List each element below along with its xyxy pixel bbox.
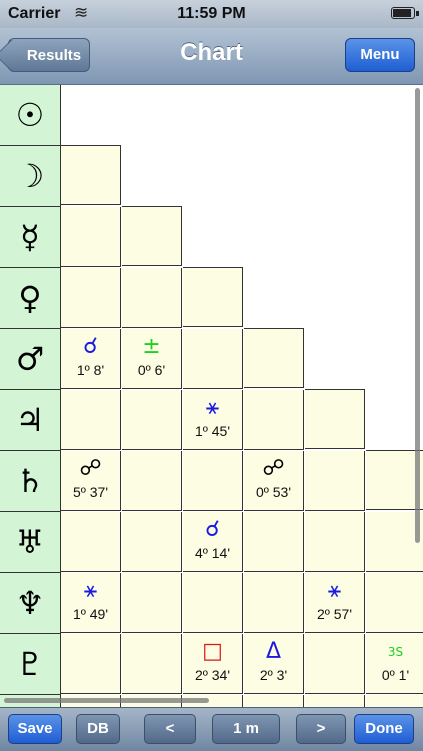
db-button[interactable]: DB <box>76 714 120 744</box>
aspect-cell[interactable] <box>305 451 365 511</box>
vertical-scrollbar[interactable] <box>415 88 420 543</box>
bottom-toolbar: Save DB < 1 m > Done <box>0 707 423 751</box>
aspect-cell[interactable] <box>305 512 365 572</box>
navigation-bar: Results Chart Menu <box>0 28 423 85</box>
aspect-cell[interactable] <box>244 695 304 707</box>
aspect-cell[interactable]: 3S 0º 1' <box>366 634 423 694</box>
aspect-cell[interactable]: ☍ 0º 53' <box>244 451 304 511</box>
aspect-symbol: ± <box>142 334 161 359</box>
planet-moon-glyph: ☽ <box>0 146 60 207</box>
previous-button[interactable]: < <box>144 714 196 744</box>
aspect-cell[interactable] <box>122 573 182 633</box>
planet-column: ☉ ☽ ☿ ♀ ♂ ♃ ♄ ♅ ♆ ♇ ♁ <box>0 85 61 707</box>
aspect-cell[interactable] <box>183 451 243 511</box>
horizontal-scrollbar[interactable] <box>4 698 209 703</box>
save-button[interactable]: Save <box>8 714 62 744</box>
aspect-cell[interactable] <box>122 206 182 266</box>
aspect-cell[interactable]: ☌ 1º 8' <box>61 329 121 389</box>
planet-sun-glyph: ☉ <box>0 85 60 146</box>
status-time: 11:59 PM <box>177 5 246 22</box>
aspect-cell[interactable]: □ 2º 34' <box>183 634 243 694</box>
aspect-grid-scroll-area[interactable]: ☉ ☽ ☿ ♀ ♂ ♃ ♄ ♅ ♆ ♇ ♁ ☌ 1º 8' ±0º 6' ⚹ 1º 45… <box>0 85 423 707</box>
next-button[interactable]: > <box>296 714 346 744</box>
aspect-cell[interactable] <box>61 634 121 694</box>
aspect-symbol: □ <box>202 639 223 664</box>
aspect-cell[interactable] <box>122 268 182 328</box>
aspect-cell[interactable] <box>366 695 423 707</box>
battery-icon <box>391 7 419 19</box>
aspect-cell[interactable] <box>183 329 243 389</box>
aspect-symbol: 3S <box>387 645 404 659</box>
aspect-orb: 0º 1' <box>381 667 410 683</box>
planet-mercury-glyph: ☿ <box>0 207 60 268</box>
planet-pluto-glyph: ♇ <box>0 634 60 695</box>
aspect-cell[interactable]: Δ 2º 3' <box>244 634 304 694</box>
aspect-orb: 0º 6' <box>137 362 166 378</box>
aspect-cell[interactable] <box>122 451 182 511</box>
aspect-cell[interactable]: ⚹ 1º 45' <box>183 390 243 450</box>
done-button[interactable]: Done <box>354 714 414 744</box>
aspect-orb: 1º 45' <box>194 423 231 439</box>
planet-venus-glyph: ♀ <box>0 268 60 329</box>
aspect-cell[interactable] <box>305 634 365 694</box>
aspect-orb: 2º 34' <box>194 667 231 683</box>
aspect-orb: 0º 53' <box>255 484 292 500</box>
aspect-symbol: ⚹ <box>327 578 342 603</box>
aspect-cell[interactable] <box>61 512 121 572</box>
planet-mars-glyph: ♂ <box>0 329 60 390</box>
status-bar: Carrier ≋ 11:59 PM <box>0 0 423 28</box>
aspect-cell[interactable] <box>244 573 304 633</box>
planet-uranus-glyph: ♅ <box>0 512 60 573</box>
aspect-cell[interactable]: ⚹ 2º 57' <box>305 573 365 633</box>
aspect-cell[interactable] <box>244 512 304 572</box>
aspect-cell[interactable] <box>244 328 304 388</box>
aspect-symbol: ☍ <box>262 456 285 481</box>
aspect-cell[interactable]: ☍ 5º 37' <box>61 451 121 511</box>
aspect-cell[interactable] <box>122 512 182 572</box>
aspect-orb: 4º 14' <box>194 545 231 561</box>
aspect-symbol: ⚹ <box>83 578 98 603</box>
step-size-button[interactable]: 1 m <box>212 714 280 744</box>
planet-saturn-glyph: ♄ <box>0 451 60 512</box>
aspect-orb: 1º 49' <box>72 606 109 622</box>
aspect-symbol: Δ <box>265 639 282 664</box>
aspect-cell[interactable] <box>366 573 423 633</box>
planet-neptune-glyph: ♆ <box>0 573 60 634</box>
aspect-cell[interactable] <box>183 267 243 327</box>
aspect-cell[interactable] <box>61 268 121 328</box>
menu-button[interactable]: Menu <box>345 38 415 72</box>
aspect-cell[interactable]: ±0º 6' <box>122 329 182 389</box>
aspect-orb: 2º 3' <box>259 667 288 683</box>
aspect-cell[interactable]: ⚹ 1º 49' <box>61 573 121 633</box>
aspect-cell[interactable] <box>244 390 304 450</box>
aspect-symbol: ☌ <box>205 517 220 542</box>
aspect-cell[interactable] <box>305 695 365 707</box>
aspect-orb: 2º 57' <box>316 606 353 622</box>
aspect-cell[interactable] <box>183 573 243 633</box>
aspect-cell[interactable] <box>305 389 365 449</box>
aspect-symbol: ☍ <box>79 456 102 481</box>
aspect-symbol: ⚹ <box>205 395 220 420</box>
aspect-symbol: ☌ <box>83 334 98 359</box>
aspect-cell[interactable] <box>61 207 121 267</box>
aspect-orb: 1º 8' <box>76 362 105 378</box>
planet-jupiter-glyph: ♃ <box>0 390 60 451</box>
aspect-cell[interactable]: ☌ 4º 14' <box>183 512 243 572</box>
aspect-cell[interactable] <box>122 634 182 694</box>
aspect-cell[interactable] <box>61 390 121 450</box>
aspect-cell[interactable] <box>61 145 121 205</box>
aspect-cell[interactable] <box>122 390 182 450</box>
aspect-orb: 5º 37' <box>72 484 109 500</box>
